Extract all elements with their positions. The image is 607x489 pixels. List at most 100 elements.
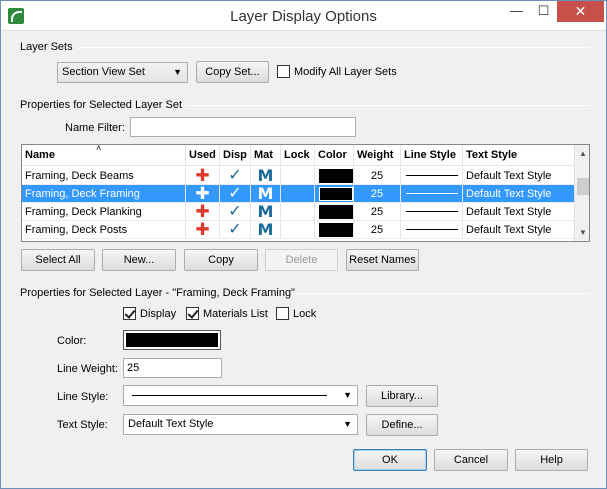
used-icon[interactable]: ✚	[186, 167, 220, 185]
text-style-dropdown[interactable]: Default Text Style ▼	[123, 414, 358, 435]
column-header-mat[interactable]: Mat	[251, 145, 281, 166]
display-check-icon[interactable]: ✓	[220, 167, 251, 185]
properties-layer-divider	[292, 293, 590, 294]
chevron-down-icon: ▼	[173, 67, 182, 77]
table-row[interactable]: Framing, Deck Planking ✚ ✓ M 25 Default Text …	[22, 203, 574, 221]
color-cell[interactable]	[315, 167, 354, 185]
color-cell[interactable]	[315, 221, 354, 239]
copy-set-button[interactable]: Copy Set...	[196, 61, 269, 83]
modify-all-layer-sets-checkbox[interactable]	[277, 65, 290, 78]
line-style-sample	[132, 395, 327, 396]
line-style-sample	[406, 229, 458, 230]
lock-cell[interactable]	[281, 167, 315, 185]
line-style-cell[interactable]	[401, 203, 463, 221]
line-style-cell[interactable]	[401, 221, 463, 239]
line-style-sample	[406, 193, 458, 194]
define-button[interactable]: Define...	[366, 414, 438, 436]
used-icon[interactable]: ✚	[186, 221, 220, 239]
modify-all-layer-sets-label: Modify All Layer Sets	[294, 66, 397, 78]
scroll-thumb[interactable]	[577, 178, 589, 195]
display-check-icon[interactable]: ✓	[220, 185, 251, 203]
color-swatch	[319, 223, 353, 237]
color-cell[interactable]	[315, 203, 354, 221]
display-check-icon[interactable]: ✓	[220, 221, 251, 239]
display-checkbox[interactable]	[123, 307, 136, 320]
line-weight-input[interactable]: 25	[123, 358, 222, 378]
properties-set-group-label: Properties for Selected Layer Set	[20, 99, 183, 111]
lock-cell[interactable]	[281, 203, 315, 221]
materials-icon[interactable]: M	[251, 203, 281, 221]
materials-icon[interactable]: M	[251, 185, 281, 203]
color-swatch-button[interactable]	[123, 330, 221, 350]
text-style-cell[interactable]: Default Text Style	[463, 185, 574, 203]
name-filter-label: Name Filter:	[65, 122, 125, 134]
line-style-sample	[406, 211, 458, 212]
properties-set-divider	[186, 105, 590, 106]
cancel-button[interactable]: Cancel	[434, 449, 508, 471]
line-style-dropdown[interactable]: ▼	[123, 385, 358, 406]
table-vertical-scrollbar[interactable]: ▲ ▼	[574, 145, 589, 241]
maximize-button[interactable]: ☐	[530, 1, 557, 22]
sort-ascending-icon: ˄	[96, 144, 102, 153]
copy-layer-button[interactable]: Copy	[184, 249, 258, 271]
new-layer-button[interactable]: New...	[102, 249, 176, 271]
close-button[interactable]: ✕	[557, 1, 604, 22]
weight-cell[interactable]: 25	[354, 185, 401, 203]
color-swatch	[319, 205, 353, 219]
lock-cell[interactable]	[281, 221, 315, 239]
lock-label: Lock	[293, 308, 317, 320]
text-style-cell[interactable]: Default Text Style	[463, 221, 574, 239]
materials-icon[interactable]: M	[251, 221, 281, 239]
weight-cell[interactable]: 25	[354, 167, 401, 185]
help-button[interactable]: Help	[515, 449, 588, 471]
column-header-lock[interactable]: Lock	[281, 145, 315, 166]
layer-set-dropdown-value: Section View Set	[62, 66, 145, 78]
column-header-name[interactable]: Name ˄	[22, 145, 186, 166]
delete-layer-button[interactable]: Delete	[265, 249, 338, 271]
line-style-label: Line Style:	[57, 391, 109, 403]
layers-table: Name ˄ Used Disp Mat Lock Color Weight L…	[21, 144, 590, 242]
line-style-sample	[406, 175, 458, 176]
materials-icon[interactable]: M	[251, 167, 281, 185]
minimize-button[interactable]: —	[503, 1, 530, 22]
scroll-up-icon[interactable]: ▲	[575, 145, 589, 162]
display-check-icon[interactable]: ✓	[220, 203, 251, 221]
text-style-cell[interactable]: Default Text Style	[463, 203, 574, 221]
ok-button[interactable]: OK	[353, 449, 427, 471]
lock-cell[interactable]	[281, 185, 315, 203]
display-label: Display	[140, 308, 177, 320]
table-row[interactable]: Framing, Deck Framing ✚ ✓ M 25 Default Text S…	[22, 185, 574, 203]
title-bar: Layer Display Options — ☐ ✕	[1, 1, 606, 31]
materials-list-checkbox[interactable]	[186, 307, 199, 320]
reset-names-button[interactable]: Reset Names	[346, 249, 419, 271]
layer-name-cell: Framing, Deck Beams	[22, 167, 186, 185]
table-row[interactable]: Framing, Deck Posts ✚ ✓ M 25 Default Text Sty…	[22, 221, 574, 239]
column-header-disp[interactable]: Disp	[220, 145, 251, 166]
layer-sets-group-label: Layer Sets	[20, 41, 73, 53]
used-icon[interactable]: ✚	[186, 203, 220, 221]
line-style-cell[interactable]	[401, 167, 463, 185]
color-swatch-fill	[126, 333, 218, 347]
column-header-line-style[interactable]: Line Style	[401, 145, 463, 166]
column-header-color[interactable]: Color	[315, 145, 354, 166]
layer-name-cell: Framing, Deck Planking	[22, 203, 186, 221]
color-label: Color:	[57, 335, 87, 347]
column-header-weight[interactable]: Weight	[354, 145, 401, 166]
line-style-cell[interactable]	[401, 185, 463, 203]
table-row[interactable]: Framing, Deck Beams ✚ ✓ M 25 Default Text Sty…	[22, 167, 574, 185]
layer-set-dropdown[interactable]: Section View Set ▼	[57, 62, 188, 83]
lock-checkbox[interactable]	[276, 307, 289, 320]
name-filter-input[interactable]	[130, 117, 356, 137]
scroll-down-icon[interactable]: ▼	[575, 224, 589, 241]
dialog-window: Layer Display Options — ☐ ✕ Layer Sets S…	[0, 0, 607, 489]
weight-cell[interactable]: 25	[354, 203, 401, 221]
used-icon[interactable]: ✚	[186, 185, 220, 203]
library-button[interactable]: Library...	[366, 385, 438, 407]
layer-name-cell: Framing, Deck Posts	[22, 221, 186, 239]
select-all-button[interactable]: Select All	[21, 249, 95, 271]
text-style-cell[interactable]: Default Text Style	[463, 167, 574, 185]
color-cell[interactable]	[315, 185, 354, 203]
column-header-used[interactable]: Used	[186, 145, 220, 166]
column-header-text-style[interactable]: Text Style	[463, 145, 574, 166]
weight-cell[interactable]: 25	[354, 221, 401, 239]
